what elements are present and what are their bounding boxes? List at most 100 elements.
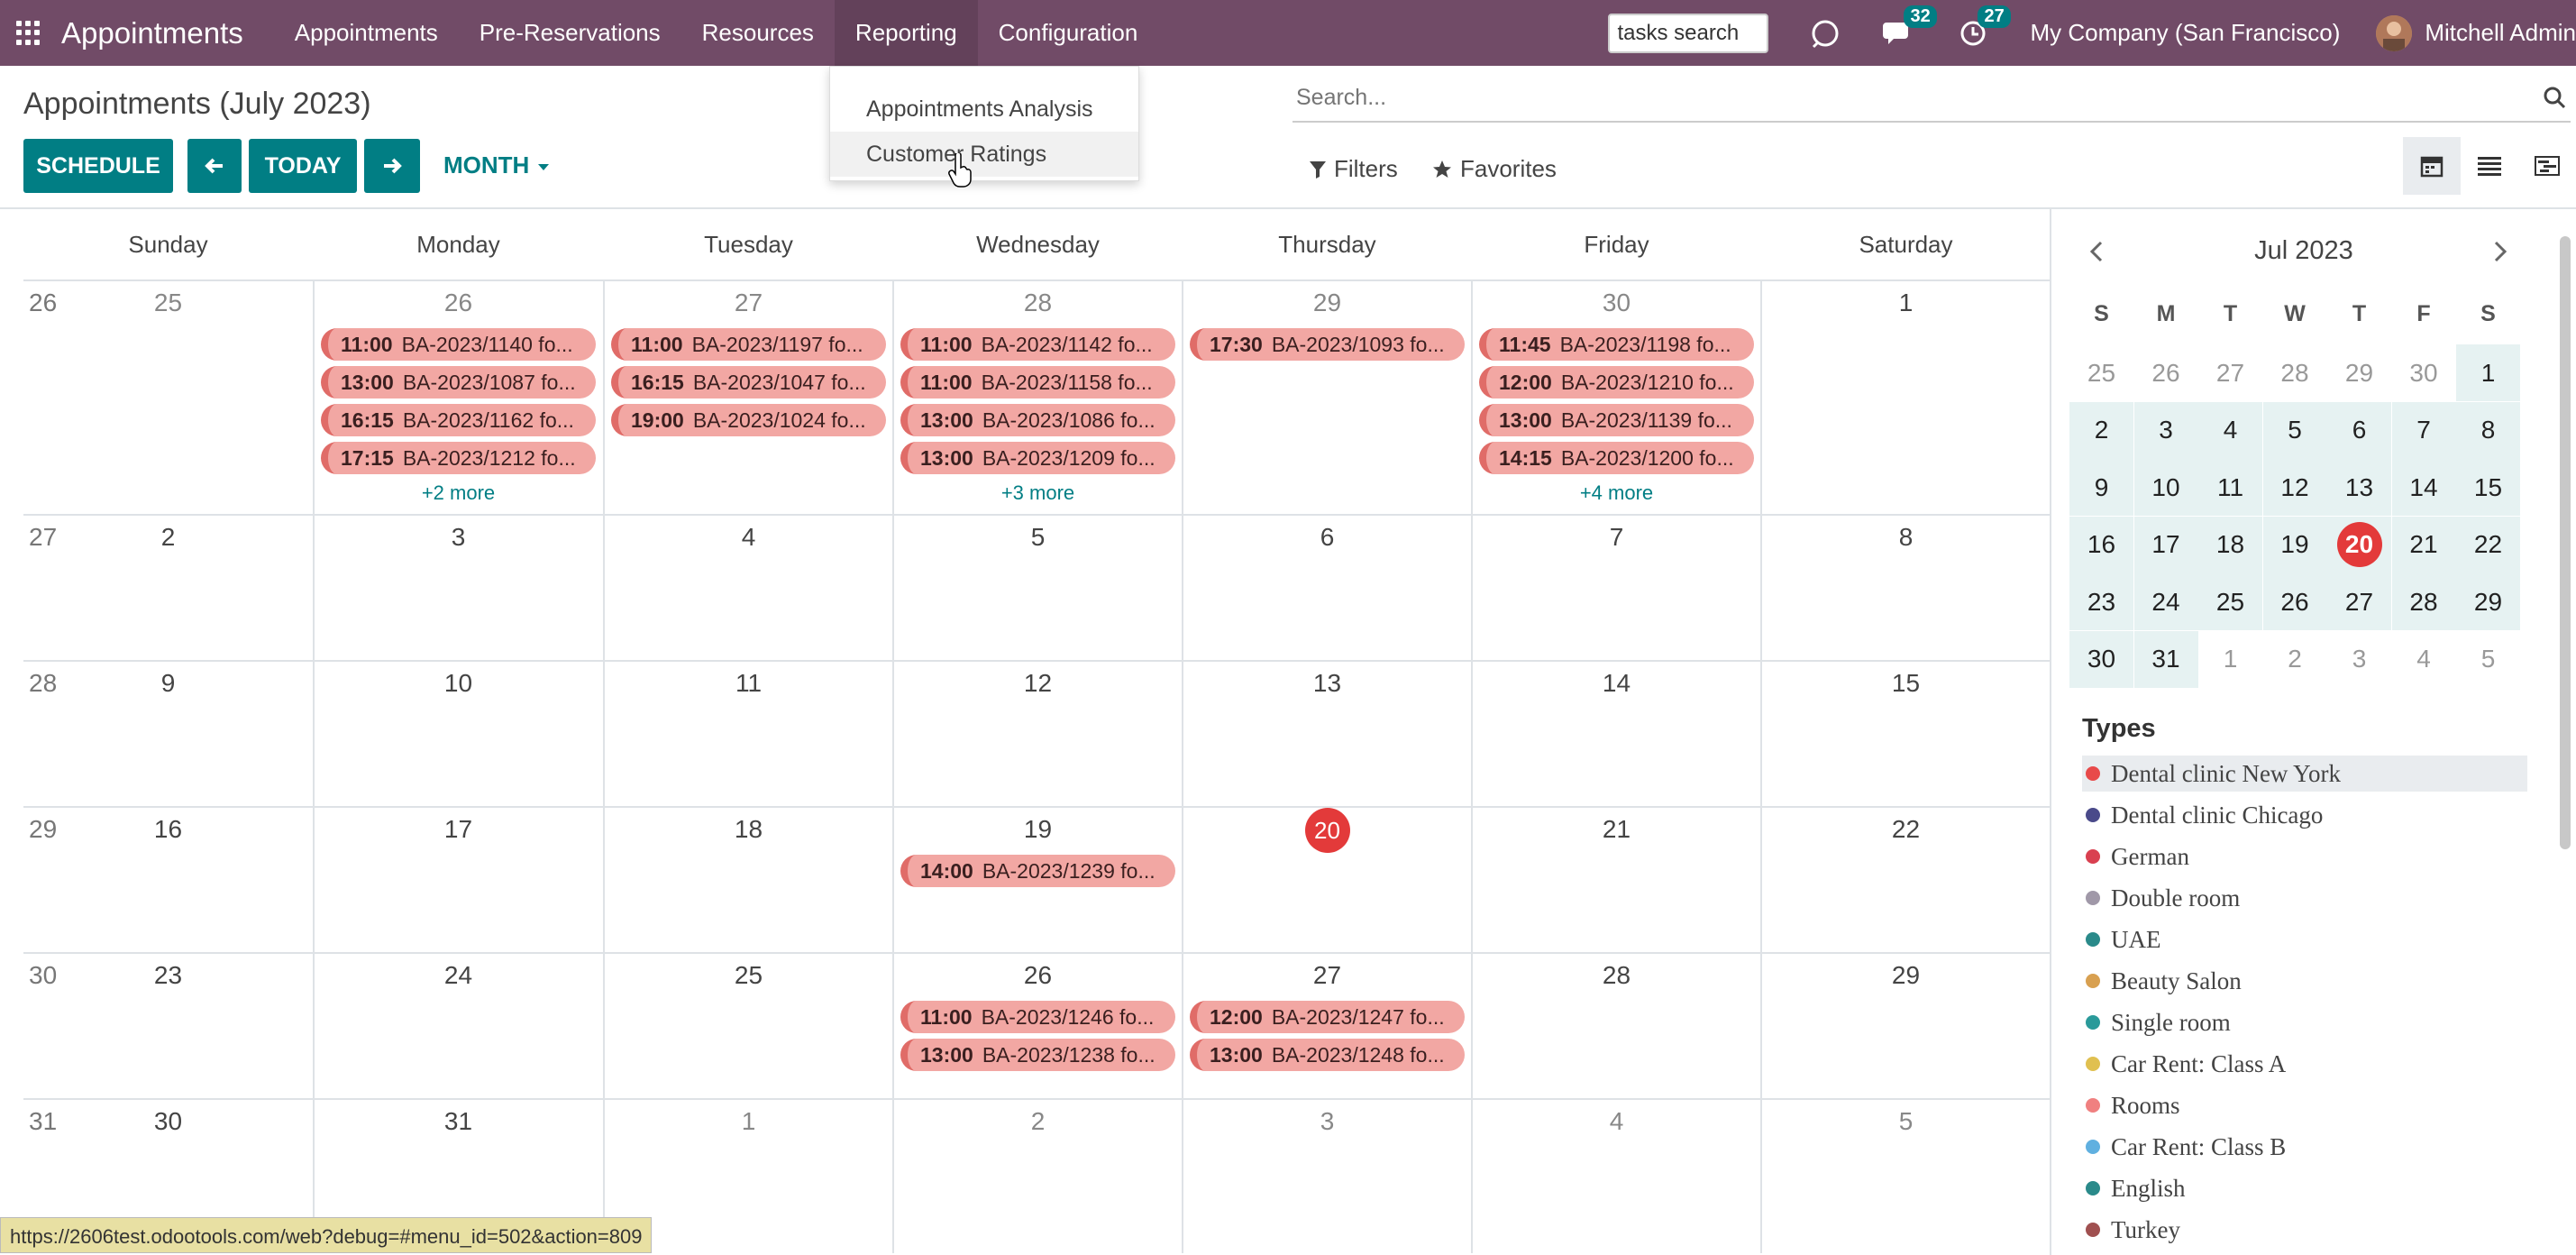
mini-calendar-day[interactable]: 17 (2133, 516, 2198, 573)
day-number[interactable]: 29 (1183, 289, 1472, 317)
appointment-event[interactable]: 13:00 BA-2023/1086 fo... (900, 404, 1175, 436)
type-filter-item[interactable]: German (2082, 838, 2527, 875)
day-number[interactable]: 23 (23, 961, 313, 990)
day-number[interactable]: 19 (893, 815, 1183, 844)
mini-calendar-day[interactable]: 27 (2327, 573, 2391, 630)
appointment-event[interactable]: 12:00 BA-2023/1210 fo... (1479, 366, 1754, 398)
mini-calendar-day[interactable]: 15 (2456, 459, 2520, 516)
day-number[interactable]: 25 (23, 289, 313, 317)
appointment-event[interactable]: 17:15 BA-2023/1212 fo... (321, 442, 596, 474)
company-switcher[interactable]: My Company (San Francisco) (2030, 19, 2340, 47)
appointment-event[interactable]: 13:00 BA-2023/1238 fo... (900, 1039, 1175, 1071)
mini-calendar-day[interactable]: 3 (2327, 631, 2391, 688)
mini-calendar-day[interactable]: 26 (2134, 344, 2198, 401)
today-button[interactable]: TODAY (249, 139, 357, 193)
day-number[interactable]: 27 (604, 289, 893, 317)
scale-dropdown[interactable]: MONTH (443, 151, 551, 179)
type-filter-item[interactable]: Car Rent: Class B (2082, 1129, 2527, 1165)
mini-calendar-day[interactable]: 7 (2391, 401, 2456, 459)
day-number[interactable]: 11 (604, 669, 893, 698)
appointment-event[interactable]: 19:00 BA-2023/1024 fo... (611, 404, 886, 436)
day-number[interactable]: 26 (893, 961, 1183, 990)
day-number[interactable]: 10 (314, 669, 603, 698)
appointment-event[interactable]: 16:15 BA-2023/1162 fo... (321, 404, 596, 436)
mini-calendar-day[interactable]: 31 (2133, 630, 2198, 688)
day-number[interactable]: 28 (893, 289, 1183, 317)
mini-calendar-day[interactable]: 12 (2262, 459, 2327, 516)
day-number[interactable]: 4 (604, 523, 893, 552)
mini-calendar-day[interactable]: 2 (2069, 401, 2133, 459)
type-filter-item[interactable]: Turkey (2082, 1212, 2527, 1248)
appointment-event[interactable]: 12:00 BA-2023/1247 fo... (1190, 1001, 1465, 1033)
search-icon[interactable] (2542, 85, 2567, 115)
favorites-button[interactable]: Favorites (1431, 155, 1557, 183)
apps-grid-icon[interactable] (16, 20, 41, 46)
sidebar-scrollbar[interactable] (2560, 236, 2571, 849)
schedule-button[interactable]: SCHEDULE (23, 139, 173, 193)
mini-calendar-day[interactable]: 29 (2327, 344, 2391, 401)
previous-button[interactable] (187, 139, 242, 193)
more-events-link[interactable]: +4 more (1472, 481, 1761, 505)
day-number[interactable]: 1 (1761, 289, 2051, 317)
day-number[interactable]: 13 (1183, 669, 1472, 698)
filters-button[interactable]: Filters (1309, 155, 1398, 183)
menu-appointments[interactable]: Appointments (274, 0, 459, 66)
day-number[interactable]: 26 (314, 289, 603, 317)
mini-calendar-day[interactable]: 19 (2262, 516, 2327, 573)
appointment-event[interactable]: 13:00 BA-2023/1248 fo... (1190, 1039, 1465, 1071)
appointment-event[interactable]: 13:00 BA-2023/1139 fo... (1479, 404, 1754, 436)
mini-calendar-day[interactable]: 9 (2069, 459, 2133, 516)
mini-calendar-day[interactable]: 6 (2327, 401, 2391, 459)
mini-calendar-day[interactable]: 11 (2198, 459, 2262, 516)
type-filter-item[interactable]: Dental clinic New York (2082, 756, 2527, 792)
mini-calendar-day[interactable]: 28 (2391, 573, 2456, 630)
next-button[interactable] (364, 139, 420, 193)
menu-configuration[interactable]: Configuration (978, 0, 1159, 66)
appointment-event[interactable]: 13:00 BA-2023/1087 fo... (321, 366, 596, 398)
mini-calendar-day[interactable]: 16 (2069, 516, 2133, 573)
day-number[interactable]: 22 (1761, 815, 2051, 844)
mini-calendar-day[interactable]: 13 (2327, 459, 2391, 516)
search-input[interactable] (1293, 78, 2500, 118)
day-number[interactable]: 25 (604, 961, 893, 990)
day-number[interactable]: 28 (1472, 961, 1761, 990)
mini-calendar-day[interactable]: 22 (2456, 516, 2520, 573)
mini-calendar-day[interactable]: 5 (2262, 401, 2327, 459)
mini-calendar-day[interactable]: 3 (2133, 401, 2198, 459)
day-number[interactable]: 1 (604, 1107, 893, 1136)
activities-icon[interactable]: 27 (1956, 5, 2011, 50)
day-number[interactable]: 7 (1472, 523, 1761, 552)
mini-calendar-day[interactable]: 30 (2392, 344, 2456, 401)
day-number[interactable]: 15 (1761, 669, 2051, 698)
appointment-event[interactable]: 13:00 BA-2023/1209 fo... (900, 442, 1175, 474)
menu-appointments-analysis[interactable]: Appointments Analysis (830, 87, 1138, 132)
tasks-search-input[interactable]: tasks search (1608, 13, 1769, 53)
mini-next-month-icon[interactable] (2491, 240, 2509, 268)
gantt-view-button[interactable] (2518, 137, 2576, 195)
day-number[interactable]: 27 (1183, 961, 1472, 990)
voip-icon[interactable] (1808, 16, 1842, 50)
day-number[interactable]: 5 (893, 523, 1183, 552)
day-number[interactable]: 17 (314, 815, 603, 844)
appointment-event[interactable]: 11:00 BA-2023/1142 fo... (900, 328, 1175, 361)
mini-calendar-day[interactable]: 5 (2456, 631, 2520, 688)
mini-calendar-day[interactable]: 2 (2263, 631, 2327, 688)
appointment-event[interactable]: 11:00 BA-2023/1197 fo... (611, 328, 886, 361)
appointment-event[interactable]: 17:30 BA-2023/1093 fo... (1190, 328, 1465, 361)
mini-calendar-day[interactable]: 1 (2456, 344, 2520, 401)
messages-icon[interactable]: 32 (1882, 5, 1937, 50)
day-number[interactable]: 6 (1183, 523, 1472, 552)
day-number[interactable]: 3 (1183, 1107, 1472, 1136)
day-number[interactable]: 5 (1761, 1107, 2051, 1136)
mini-calendar-day[interactable]: 10 (2133, 459, 2198, 516)
mini-calendar-day[interactable]: 18 (2198, 516, 2262, 573)
mini-calendar-day[interactable]: 20 (2327, 516, 2391, 573)
menu-customer-ratings[interactable]: Customer Ratings (830, 132, 1138, 177)
more-events-link[interactable]: +2 more (314, 481, 603, 505)
mini-calendar-day[interactable]: 23 (2069, 573, 2133, 630)
list-view-button[interactable] (2461, 137, 2518, 195)
mini-calendar-day[interactable]: 30 (2069, 630, 2133, 688)
type-filter-item[interactable]: Rooms (2082, 1087, 2527, 1123)
mini-calendar-day[interactable]: 27 (2198, 344, 2262, 401)
type-filter-item[interactable]: Beauty Salon (2082, 963, 2527, 999)
